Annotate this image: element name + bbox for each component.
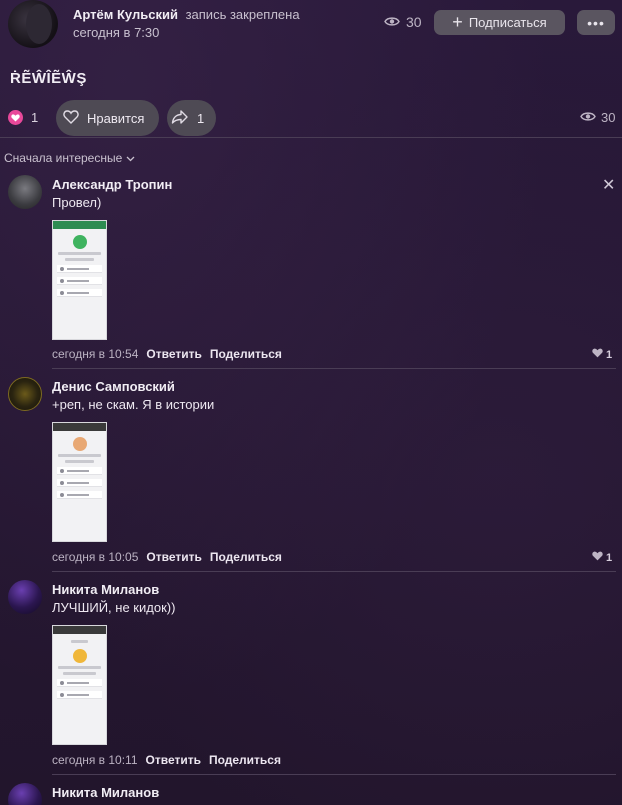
comment-meta: сегодня в 10:05 Ответить Поделиться (52, 550, 282, 564)
comment-text: ЛУЧШИЙ, не кидок)) (52, 600, 176, 615)
shot-line (58, 666, 101, 669)
comment-author[interactable]: Никита Миланов (52, 785, 159, 800)
views-count-bottom: 30 (601, 110, 616, 125)
shot-line (65, 258, 94, 261)
shot-line (71, 640, 88, 643)
comment-text: +реп, не скам. Я в истории (52, 397, 215, 412)
shot-statusbar (53, 221, 106, 229)
comment-time[interactable]: сегодня в 10:54 (52, 347, 138, 361)
plus-icon: + (452, 11, 463, 32)
more-options-button[interactable]: ••• (577, 10, 615, 35)
comment-author[interactable]: Александр Тропин (52, 177, 172, 192)
post-header: Артём Кульский запись закреплена сегодня… (0, 0, 622, 60)
shot-row (57, 691, 102, 699)
comment-like-button[interactable]: 1 (592, 551, 612, 564)
avatar[interactable] (8, 580, 42, 614)
reply-button[interactable]: Ответить (146, 347, 201, 361)
comment-author[interactable]: Никита Миланов (52, 582, 159, 597)
shot-row (57, 277, 102, 285)
share-comment-button[interactable]: Поделиться (210, 347, 282, 361)
comment-text: Провел) (52, 195, 102, 210)
comment-meta: сегодня в 10:54 Ответить Поделиться (52, 347, 282, 361)
shot-line (58, 454, 101, 457)
eye-icon (580, 110, 596, 125)
divider (52, 774, 616, 775)
comment-attachment-image[interactable] (52, 625, 107, 745)
post-time[interactable]: сегодня в 7:30 (73, 25, 159, 40)
reply-button[interactable]: Ответить (146, 753, 201, 767)
divider (0, 137, 622, 138)
clock-icon (72, 649, 87, 663)
avatar[interactable] (8, 175, 42, 209)
comment-like-count: 1 (606, 551, 613, 564)
divider (52, 368, 616, 369)
share-count: 1 (197, 110, 205, 126)
author-line: Артём Кульский запись закреплена (73, 7, 300, 22)
heart-icon (592, 551, 603, 564)
shot-line (63, 672, 96, 675)
likes-count: 1 (31, 110, 39, 125)
sort-label: Сначала интересные (4, 151, 123, 165)
eye-icon (384, 14, 400, 30)
comment-attachment-image[interactable] (52, 220, 107, 340)
reply-button[interactable]: Ответить (146, 550, 201, 564)
share-arrow-icon (171, 109, 189, 128)
chevron-down-icon (126, 151, 135, 165)
comment-meta: сегодня в 10:11 Ответить Поделиться (52, 753, 281, 767)
comment-like-button[interactable]: 1 (592, 348, 612, 361)
shot-row (57, 491, 102, 499)
shot-icon (72, 437, 87, 451)
share-comment-button[interactable]: Поделиться (209, 753, 281, 767)
comment-author[interactable]: Денис Самповский (52, 379, 175, 394)
shot-row (57, 679, 102, 687)
post-title: ṘẼŴÎẼŴŞ (10, 70, 87, 87)
subscribe-label: Подписаться (468, 15, 547, 30)
shot-statusbar (53, 626, 106, 634)
check-icon (72, 235, 87, 249)
divider (52, 571, 616, 572)
views-count: 30 (406, 14, 422, 30)
author-avatar[interactable] (8, 0, 58, 48)
comment-time[interactable]: сегодня в 10:05 (52, 550, 138, 564)
views-counter-bottom: 30 (580, 110, 615, 125)
likes-summary[interactable]: 1 (8, 110, 38, 125)
shot-row (57, 479, 102, 487)
like-button[interactable]: Нравится (56, 100, 159, 136)
heart-outline-icon (63, 109, 79, 127)
shot-row (57, 265, 102, 273)
subscribe-button[interactable]: + Подписаться (434, 10, 565, 35)
shot-row (57, 289, 102, 297)
comment-attachment-image[interactable] (52, 422, 107, 542)
shot-line (58, 252, 101, 255)
more-icon: ••• (587, 14, 605, 31)
comment-like-count: 1 (606, 348, 613, 361)
views-counter: 30 (384, 14, 422, 30)
heart-icon (592, 348, 603, 361)
author-name[interactable]: Артём Кульский (73, 7, 178, 22)
like-label: Нравится (87, 110, 145, 126)
shot-row (57, 467, 102, 475)
shot-statusbar (53, 423, 106, 431)
heart-icon (8, 110, 23, 125)
shot-line (65, 460, 94, 463)
share-button[interactable]: 1 (167, 100, 216, 136)
avatar[interactable] (8, 377, 42, 411)
close-icon[interactable]: ✕ (602, 175, 615, 195)
author-action: запись закреплена (185, 7, 300, 22)
share-comment-button[interactable]: Поделиться (210, 550, 282, 564)
comments-sort-select[interactable]: Сначала интересные (4, 151, 135, 165)
comment-time[interactable]: сегодня в 10:11 (52, 753, 138, 767)
